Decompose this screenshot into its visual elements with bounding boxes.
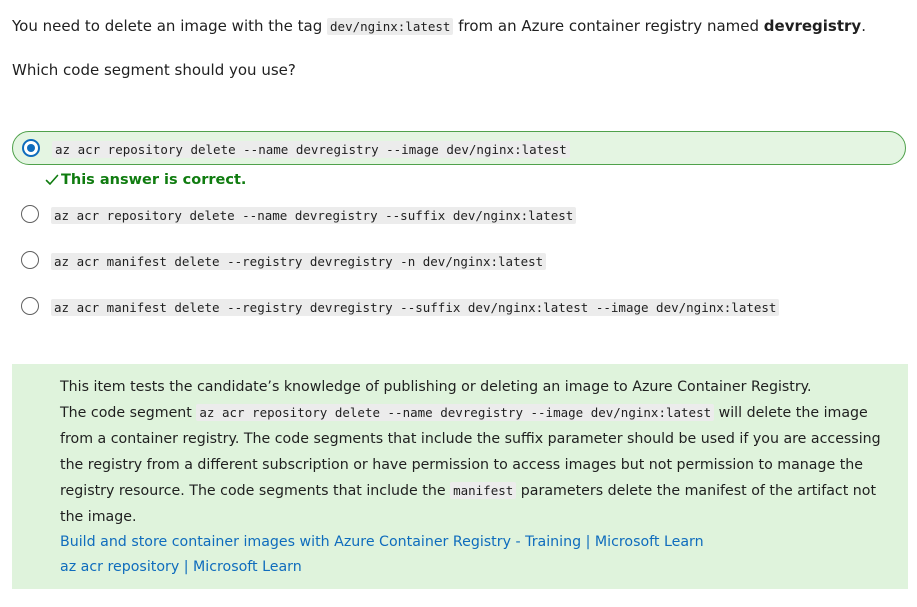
explanation-intro: This item tests the candidate’s knowledg… [60,379,812,395]
answer-option-label: az acr manifest delete --registry devreg… [51,251,547,270]
registry-name: devregistry [763,17,862,35]
option-code: az acr manifest delete --registry devreg… [51,252,547,270]
option-code: az acr repository delete --name devregis… [52,140,570,158]
explanation-text: The code segment [60,405,197,421]
answer-option-2[interactable]: az acr repository delete --name devregis… [21,196,577,232]
answer-option-1[interactable]: az acr repository delete --name devregis… [12,131,906,165]
radio-button[interactable] [21,205,39,223]
inline-code-command: az acr repository delete --name devregis… [196,404,715,421]
option-code: az acr manifest delete --registry devreg… [51,298,780,316]
answer-option-3[interactable]: az acr manifest delete --registry devreg… [21,242,547,278]
answer-option-label: az acr manifest delete --registry devreg… [51,297,780,316]
question-text-part: . [861,17,866,35]
link-training[interactable]: Build and store container images with Az… [60,530,888,555]
radio-button[interactable] [21,251,39,269]
radio-dot-icon [27,144,35,152]
answer-option-4[interactable]: az acr manifest delete --registry devreg… [21,288,780,324]
answer-option-label: az acr repository delete --name devregis… [51,205,577,224]
question-text: You need to delete an image with the tag… [12,16,866,37]
radio-button[interactable] [21,297,39,315]
inline-code-tag: dev/nginx:latest [327,18,454,35]
option-code: az acr repository delete --name devregis… [51,206,577,224]
question-page: You need to delete an image with the tag… [0,0,917,607]
link-az-acr-repository[interactable]: az acr repository | Microsoft Learn [60,555,888,580]
question-prompt: Which code segment should you use? [12,61,296,79]
inline-code-manifest: manifest [450,482,517,499]
question-text-part: You need to delete an image with the tag [12,17,328,35]
correct-feedback-text: This answer is correct. [61,172,247,188]
correct-feedback: This answer is correct. [45,172,246,188]
radio-button-selected[interactable] [22,139,40,157]
question-text-part: from an Azure container registry named [453,17,764,35]
answer-option-label: az acr repository delete --name devregis… [52,139,570,158]
checkmark-icon [45,174,59,185]
explanation-body: The code segment az acr repository delet… [60,400,888,530]
explanation-panel: This item tests the candidate’s knowledg… [12,364,908,589]
